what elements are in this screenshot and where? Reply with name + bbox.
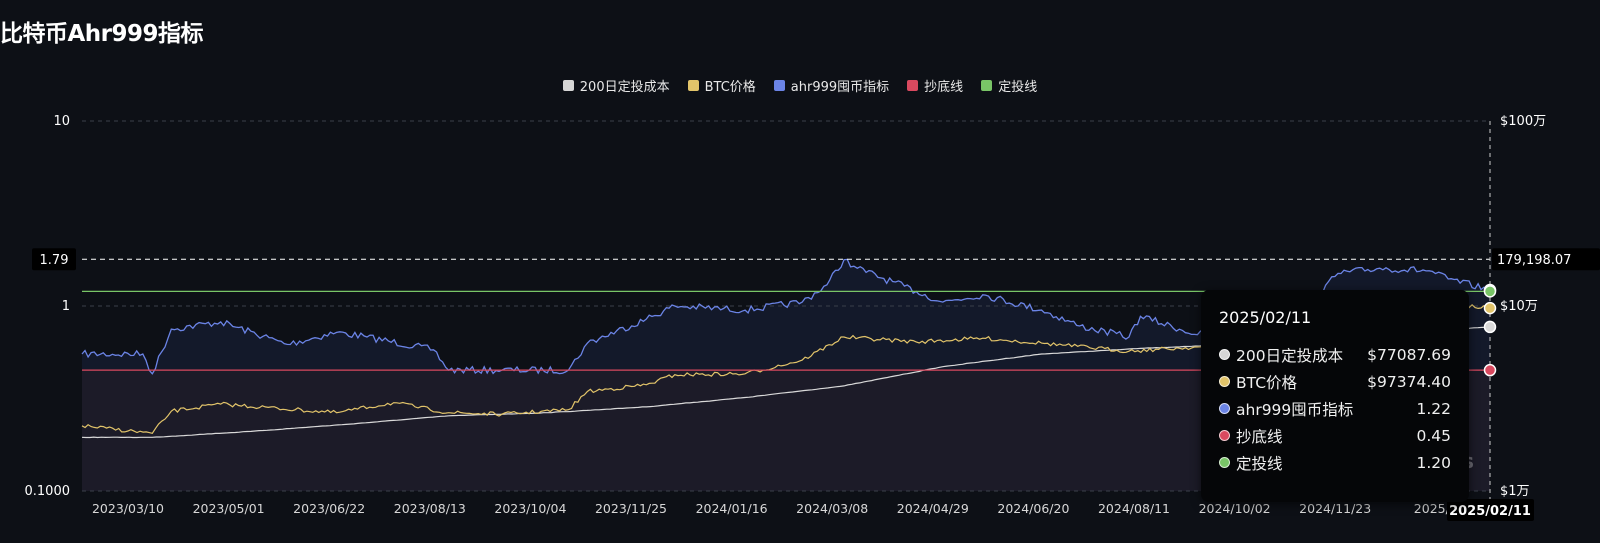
legend: 200日定投成本 BTC价格 ahr999囤币指标 抄底线 定投线 [0, 76, 1600, 95]
x-axis-tick-0: 2023/03/10 [92, 501, 164, 516]
right-axis-tick-2: $1万 [1500, 484, 1530, 499]
legend-item-bottom-line[interactable]: 抄底线 [907, 76, 963, 95]
tooltip-name-price: BTC价格 [1236, 373, 1298, 392]
tooltip-row-cost: 200日定投成本 $77087.69 [1219, 341, 1451, 368]
legend-label-cost: 200日定投成本 [579, 80, 670, 95]
left-axis-tick-0: 10 [53, 114, 70, 129]
right-axis-tick-1: $10万 [1500, 299, 1538, 314]
tooltip-row-bottom-line: 抄底线 0.45 [1219, 422, 1451, 449]
tooltip-dot-ahr999 [1219, 403, 1230, 414]
legend-swatch-price [687, 80, 699, 91]
tooltip-dot-cost [1219, 349, 1230, 360]
tooltip: 2025/02/11 200日定投成本 $77087.69 BTC价格 $973… [1201, 290, 1469, 502]
legend-swatch-ahr999 [773, 80, 785, 91]
x-axis-tick-1: 2023/05/01 [193, 501, 265, 516]
tooltip-value-price: $97374.40 [1367, 372, 1451, 391]
tooltip-dot-bottom-line [1219, 430, 1230, 441]
tooltip-name-cost: 200日定投成本 [1236, 346, 1344, 365]
x-axis-tick-6: 2024/01/16 [696, 501, 768, 516]
left-axis-tick-2: 0.1000 [25, 484, 71, 499]
x-axis-tick-8: 2024/04/29 [897, 501, 969, 516]
tooltip-row-price: BTC价格 $97374.40 [1219, 368, 1451, 395]
tooltip-value-dca-line: 1.20 [1416, 453, 1451, 472]
legend-item-ahr999[interactable]: ahr999囤币指标 [773, 76, 890, 95]
x-axis-tick-9: 2024/06/20 [997, 501, 1069, 516]
x-axis-tick-12: 2024/11/23 [1299, 501, 1371, 516]
x-axis-tick-5: 2023/11/25 [595, 501, 667, 516]
tooltip-row-dca-line: 定投线 1.20 [1219, 449, 1451, 476]
tooltip-row-ahr999: ahr999囤币指标 1.22 [1219, 395, 1451, 422]
legend-swatch-cost [562, 80, 574, 91]
legend-label-ahr999: ahr999囤币指标 [790, 80, 890, 95]
legend-item-cost[interactable]: 200日定投成本 [562, 76, 670, 95]
legend-swatch-bottom-line [907, 80, 919, 91]
tooltip-dot-price [1219, 376, 1230, 387]
legend-label-bottom-line: 抄底线 [924, 80, 964, 95]
legend-label-price: BTC价格 [704, 80, 756, 95]
tooltip-dot-dca-line [1219, 457, 1230, 468]
crosshair-right-label: 179,198.07 [1497, 253, 1571, 268]
right-axis-tick-0: $100万 [1500, 114, 1546, 129]
tooltip-name-dca-line: 定投线 [1236, 454, 1283, 473]
legend-swatch-dca-line [981, 80, 993, 91]
legend-item-price[interactable]: BTC价格 [687, 76, 756, 95]
tooltip-value-cost: $77087.69 [1367, 345, 1451, 364]
crosshair-left-label: 1.79 [40, 253, 69, 268]
tooltip-value-ahr999: 1.22 [1416, 399, 1451, 418]
marker-btc-price [1483, 301, 1497, 315]
x-axis-tick-3: 2023/08/13 [394, 501, 466, 516]
tooltip-date: 2025/02/11 [1219, 308, 1312, 327]
left-axis-tick-1: 1 [62, 299, 70, 314]
tooltip-name-ahr999: ahr999囤币指标 [1236, 400, 1354, 419]
page-title: 比特币Ahr999指标 [0, 21, 204, 47]
x-axis-tick-7: 2024/03/08 [796, 501, 868, 516]
marker-200d-cost [1483, 320, 1497, 334]
legend-label-dca-line: 定投线 [998, 80, 1038, 95]
tooltip-value-bottom-line: 0.45 [1416, 426, 1451, 445]
marker-bottom [1483, 363, 1497, 377]
legend-item-dca-line[interactable]: 定投线 [981, 76, 1037, 95]
crosshair-x-label: 2025/02/11 [1449, 504, 1531, 519]
tooltip-name-bottom-line: 抄底线 [1236, 427, 1283, 446]
marker-dca [1483, 285, 1497, 298]
x-axis-tick-2: 2023/06/22 [293, 501, 365, 516]
x-axis-tick-11: 2024/10/02 [1199, 501, 1271, 516]
x-axis-tick-4: 2023/10/04 [494, 501, 566, 516]
x-axis-tick-10: 2024/08/11 [1098, 501, 1170, 516]
